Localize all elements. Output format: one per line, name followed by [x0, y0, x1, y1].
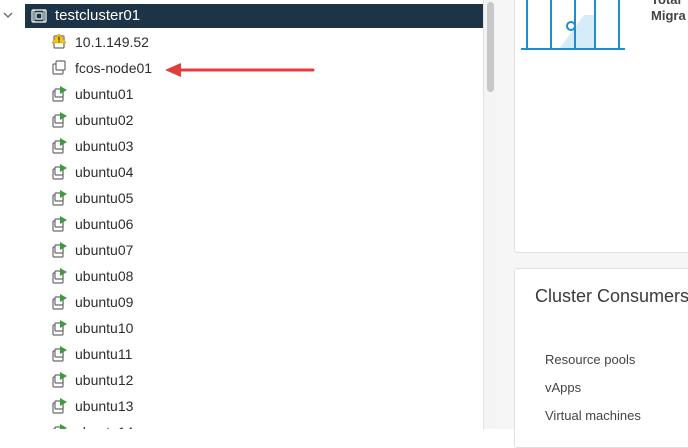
tree-node-ubuntu04[interactable]: ubuntu04	[0, 160, 483, 186]
red-annotation-arrow	[165, 63, 315, 77]
vm-running-icon	[52, 216, 67, 232]
tree-node-label: ubuntu09	[75, 294, 134, 310]
tree-node-label: ubuntu07	[75, 242, 134, 258]
tree-node-label: ubuntu03	[75, 138, 134, 154]
vm-running-icon	[52, 242, 67, 258]
tree-node-ubuntu14[interactable]: ubuntu14	[0, 420, 483, 429]
selected-cluster-row[interactable]: testcluster01	[25, 4, 483, 28]
vm-running-icon	[52, 398, 67, 414]
summary-panel: Total Migra Cluster Consumers Resource p…	[496, 0, 688, 448]
vm-running-icon	[52, 138, 67, 154]
tree-node-label: ubuntu06	[75, 216, 134, 232]
tree-node-label: ubuntu01	[75, 86, 134, 102]
tree-node-ubuntu03[interactable]: ubuntu03	[0, 134, 483, 160]
migration-card: Total Migra	[514, 0, 688, 253]
vm-running-icon	[52, 268, 67, 284]
tree-node-label: ubuntu08	[75, 268, 134, 284]
tree-node-ubuntu05[interactable]: ubuntu05	[0, 186, 483, 212]
vm-off-icon	[52, 60, 66, 75]
tree-node-label: ubuntu12	[75, 372, 134, 388]
consumer-virtual-machines: Virtual machines	[545, 408, 641, 423]
tree-node-ubuntu13[interactable]: ubuntu13	[0, 394, 483, 420]
tree-node-label: ubuntu14	[75, 424, 133, 429]
tree-node-ubuntu06[interactable]: ubuntu06	[0, 212, 483, 238]
vm-running-icon	[52, 320, 67, 336]
total-label: Total	[651, 0, 681, 8]
tree-node-ubuntu10[interactable]: ubuntu10	[0, 316, 483, 342]
tree-node-label: ubuntu10	[75, 320, 134, 336]
consumer-vapps: vApps	[545, 380, 582, 395]
vm-running-icon	[52, 346, 67, 362]
vm-running-icon	[52, 86, 67, 102]
tree-node-testcluster01[interactable]: testcluster01	[0, 4, 483, 28]
scrollbar-thumb[interactable]	[487, 2, 494, 92]
migrations-label: Migra	[651, 8, 686, 23]
tree-node-ubuntu07[interactable]: ubuntu07	[0, 238, 483, 264]
tree-node-label: ubuntu13	[75, 398, 134, 414]
tree-node-label: fcos-node01	[75, 60, 153, 76]
vm-running-icon	[52, 372, 67, 388]
tree-node-label: ubuntu11	[75, 346, 133, 362]
cluster-label: testcluster01	[55, 7, 141, 24]
chevron-down-icon[interactable]	[3, 10, 13, 20]
cluster-icon	[31, 9, 47, 23]
tree-node-ubuntu12[interactable]: ubuntu12	[0, 368, 483, 394]
vm-running-icon	[52, 164, 67, 180]
tree-node-label: ubuntu05	[75, 190, 134, 206]
cluster-consumers-card: Cluster Consumers Resource pools vApps V…	[514, 268, 688, 448]
vm-running-icon	[52, 190, 67, 206]
tree-node-label: 10.1.149.52	[75, 34, 149, 50]
tree-node-ubuntu09[interactable]: ubuntu09	[0, 290, 483, 316]
tree-node-label: ubuntu04	[75, 164, 134, 180]
tree-node-ubuntu11[interactable]: ubuntu11	[0, 342, 483, 368]
host-warning-icon	[51, 34, 67, 49]
cluster-consumers-title: Cluster Consumers	[535, 286, 688, 306]
tree-node-label: ubuntu02	[75, 112, 134, 128]
consumer-resource-pools: Resource pools	[545, 352, 636, 367]
vm-running-icon	[52, 112, 67, 128]
migration-illustration-icon	[521, 0, 625, 50]
vm-running-icon	[52, 424, 67, 429]
tree-node-ubuntu02[interactable]: ubuntu02	[0, 108, 483, 134]
tree-scrollbar[interactable]	[483, 0, 496, 429]
tree-node-10-1-149-52[interactable]: 10.1.149.52	[0, 30, 483, 56]
tree-node-ubuntu08[interactable]: ubuntu08	[0, 264, 483, 290]
vm-running-icon	[52, 294, 67, 310]
tree-node-ubuntu01[interactable]: ubuntu01	[0, 82, 483, 108]
